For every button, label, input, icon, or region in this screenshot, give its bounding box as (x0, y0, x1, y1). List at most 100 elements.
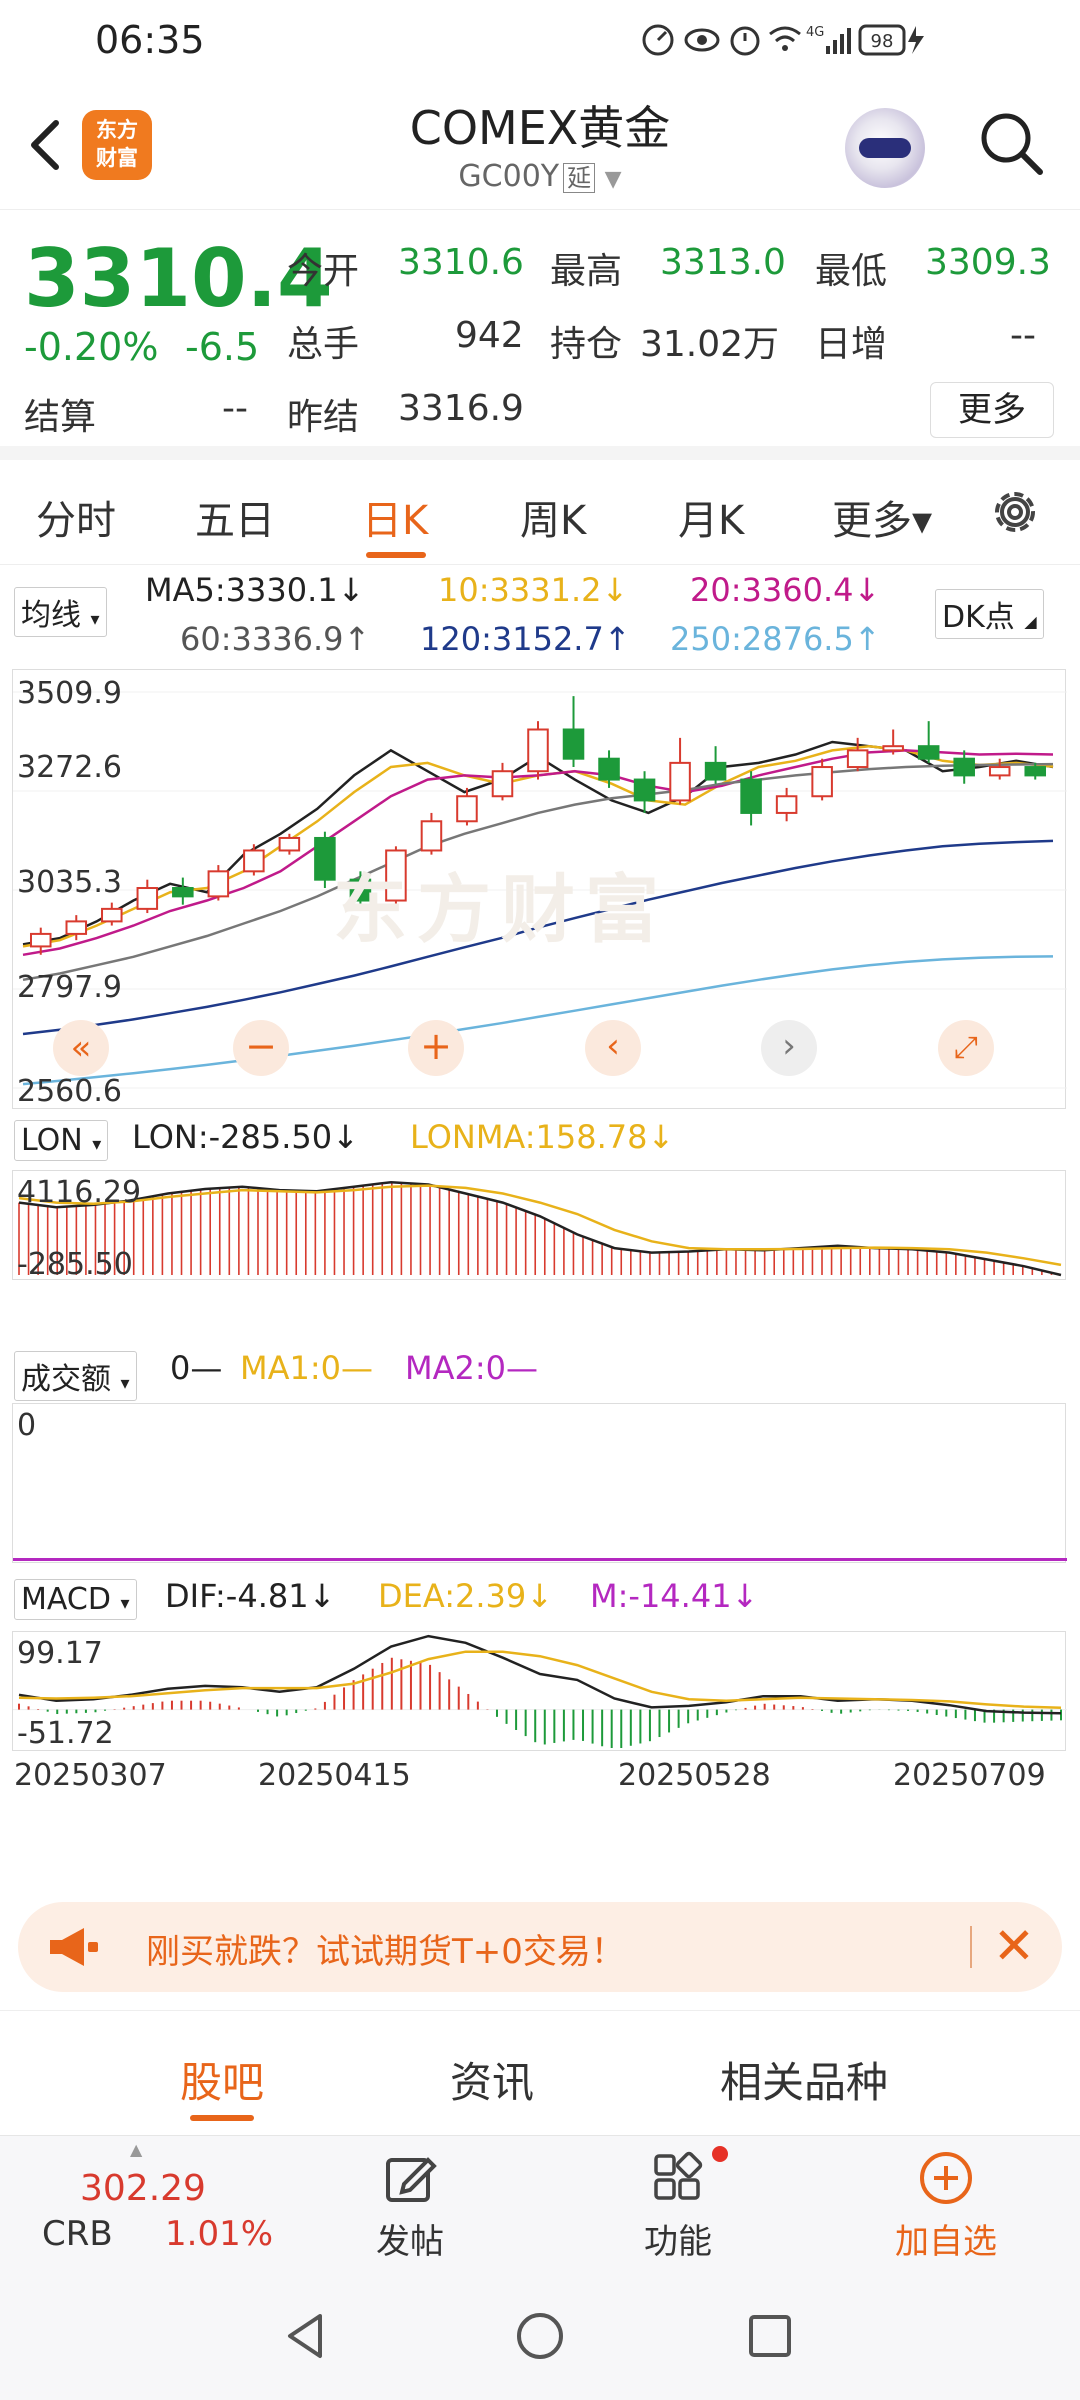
active-tab-indicator (190, 2115, 254, 2121)
chevron-down-icon: ▼ (604, 167, 622, 192)
settle-value: -- (222, 388, 248, 429)
series-ma250 (22, 955, 1054, 1086)
open-value: 3310.6 (398, 242, 524, 283)
nav-recents-icon[interactable] (744, 2310, 796, 2362)
candlestick-panel[interactable]: 东方财富 3509.9 3272.6 3035.3 2797.9 2560.6 … (12, 669, 1067, 1109)
candle-body (811, 766, 833, 798)
macd-panel[interactable]: 99.17 -51.72 (12, 1631, 1067, 1751)
y-tick: 2560.6 (17, 1074, 122, 1109)
crb-value[interactable]: 302.29 (80, 2168, 206, 2209)
legend-lon: LON:-285.50↓ (132, 1118, 359, 1156)
close-icon[interactable]: ✕ (993, 1916, 1035, 1976)
legend-macd-m: M:-14.41↓ (590, 1577, 759, 1615)
tab-monthly-k[interactable]: 月K (678, 488, 744, 546)
search-icon (981, 113, 1043, 175)
y-tick: 3509.9 (17, 676, 122, 711)
quote-panel: 3310.4 -0.20% -6.5 结算 -- 今开 3310.6 最高 33… (0, 210, 1080, 460)
gear-icon (995, 492, 1035, 532)
nav-home-icon[interactable] (514, 2310, 566, 2362)
series-dif (18, 1634, 1062, 1715)
candle-body (527, 728, 549, 773)
legend-volume-ma1: MA1:0— (240, 1349, 373, 1387)
period-tabs: 分时 五日 日K 周K 月K 更多▾ (0, 460, 1080, 565)
tab-news[interactable]: 资讯 (450, 2049, 534, 2110)
legend-ma120: 120:3152.7↑ (420, 620, 631, 658)
search-button[interactable] (976, 108, 1046, 178)
assistant-robot-icon[interactable] (845, 108, 925, 188)
high-value: 3313.0 (660, 242, 786, 283)
zoom-in-icon[interactable]: + (408, 1020, 464, 1076)
nav-back-icon[interactable] (280, 2310, 332, 2362)
x-tick: 20250307 (14, 1758, 167, 1793)
lon-panel[interactable]: 4116.29 -285.50 (12, 1170, 1066, 1282)
more-quote-button[interactable]: 更多 (930, 382, 1054, 438)
legend-lonma: LONMA:158.78↓ (410, 1118, 675, 1156)
daily-increase-value: -- (1010, 315, 1036, 356)
candle-body (775, 795, 798, 814)
tab-related[interactable]: 相关品种 (720, 2049, 888, 2110)
candle-body (136, 887, 159, 910)
candle-body (704, 761, 727, 781)
legend-ma60: 60:3336.9↑ (180, 620, 371, 658)
candle-body (101, 907, 123, 923)
content-tabs: 股吧 资讯 相关品种 (0, 2010, 1080, 2140)
post-button[interactable]: 发帖 (340, 2146, 480, 2266)
legend-ma10: 10:3331.2↓ (438, 571, 629, 609)
candle-body (29, 932, 52, 948)
candle-body (207, 870, 230, 898)
series-dea (18, 1650, 1062, 1710)
svg-text:4G: 4G (806, 25, 824, 40)
chart-settings-button[interactable] (985, 482, 1045, 542)
y-tick: 99.17 (17, 1636, 103, 1671)
indicator-selector-lon[interactable]: LON ▾ (14, 1120, 109, 1161)
tab-more-periods[interactable]: 更多▾ (832, 488, 932, 546)
candle-body (633, 778, 656, 802)
x-tick: 20250415 (258, 1758, 411, 1793)
candle-body (243, 849, 265, 873)
svg-text:98: 98 (871, 31, 894, 52)
y-tick: 3035.3 (17, 865, 122, 900)
volume-panel[interactable]: 0 (12, 1403, 1067, 1563)
candle-body (314, 836, 336, 881)
wifi-icon (769, 26, 801, 36)
indicator-selector-ma[interactable]: 均线 ▾ (14, 587, 107, 637)
candle-body (65, 920, 88, 935)
legend-volume-ma2: MA2:0— (405, 1349, 538, 1387)
scroll-left-icon[interactable]: ‹ (585, 1020, 641, 1076)
add-watchlist-button[interactable]: 加自选 (876, 2146, 1016, 2266)
caret-up-icon: ▲ (130, 2140, 143, 2159)
fullscreen-icon[interactable]: ⤢ (938, 1020, 994, 1076)
status-bar: 06:35 4G 98 (0, 0, 1080, 80)
indicator-selector-macd[interactable]: MACD ▾ (14, 1579, 137, 1620)
legend-ma250: 250:2876.5↑ (670, 620, 881, 658)
active-tab-indicator (366, 552, 426, 558)
zoom-out-icon[interactable]: − (233, 1020, 289, 1076)
candle-body (669, 761, 691, 802)
indicator-selector-volume[interactable]: 成交额 ▾ (14, 1351, 137, 1401)
megaphone-icon (44, 1922, 104, 1972)
high-label: 最高 (550, 251, 623, 292)
candle-body (740, 778, 762, 814)
candle-body (278, 836, 301, 852)
scroll-left-fast-icon[interactable]: « (53, 1020, 109, 1076)
signal-icon (826, 46, 830, 54)
scroll-right-icon[interactable]: › (761, 1020, 817, 1076)
promo-banner[interactable]: 刚买就跌？试试期货T+0交易！ ✕ (18, 1902, 1062, 1992)
tab-forum[interactable]: 股吧 (180, 2049, 264, 2110)
tab-intraday[interactable]: 分时 (36, 488, 116, 546)
tab-daily-k[interactable]: 日K (362, 488, 428, 546)
tab-five-day[interactable]: 五日 (195, 488, 275, 546)
candle-body (988, 766, 1011, 777)
legend-ma5: MA5:3330.1↓ (145, 571, 365, 609)
bottom-toolbar: ▲ 302.29 CRB 1.01% 发帖 功能 加自选 (0, 2135, 1080, 2270)
function-button[interactable]: 功能 (608, 2146, 748, 2266)
dk-points-button[interactable]: DK点 ◢ (935, 589, 1044, 639)
volume-value: 942 (455, 315, 524, 356)
tab-weekly-k[interactable]: 周K (520, 488, 586, 546)
promo-text: 刚买就跌？试试期货T+0交易！ (146, 1932, 625, 1972)
volume-ma-line (13, 1558, 1067, 1561)
grid-icon (654, 2151, 703, 2200)
volume-label: 总手 (287, 324, 360, 365)
candle-body (420, 820, 443, 852)
legend-ma20: 20:3360.4↓ (690, 571, 881, 609)
